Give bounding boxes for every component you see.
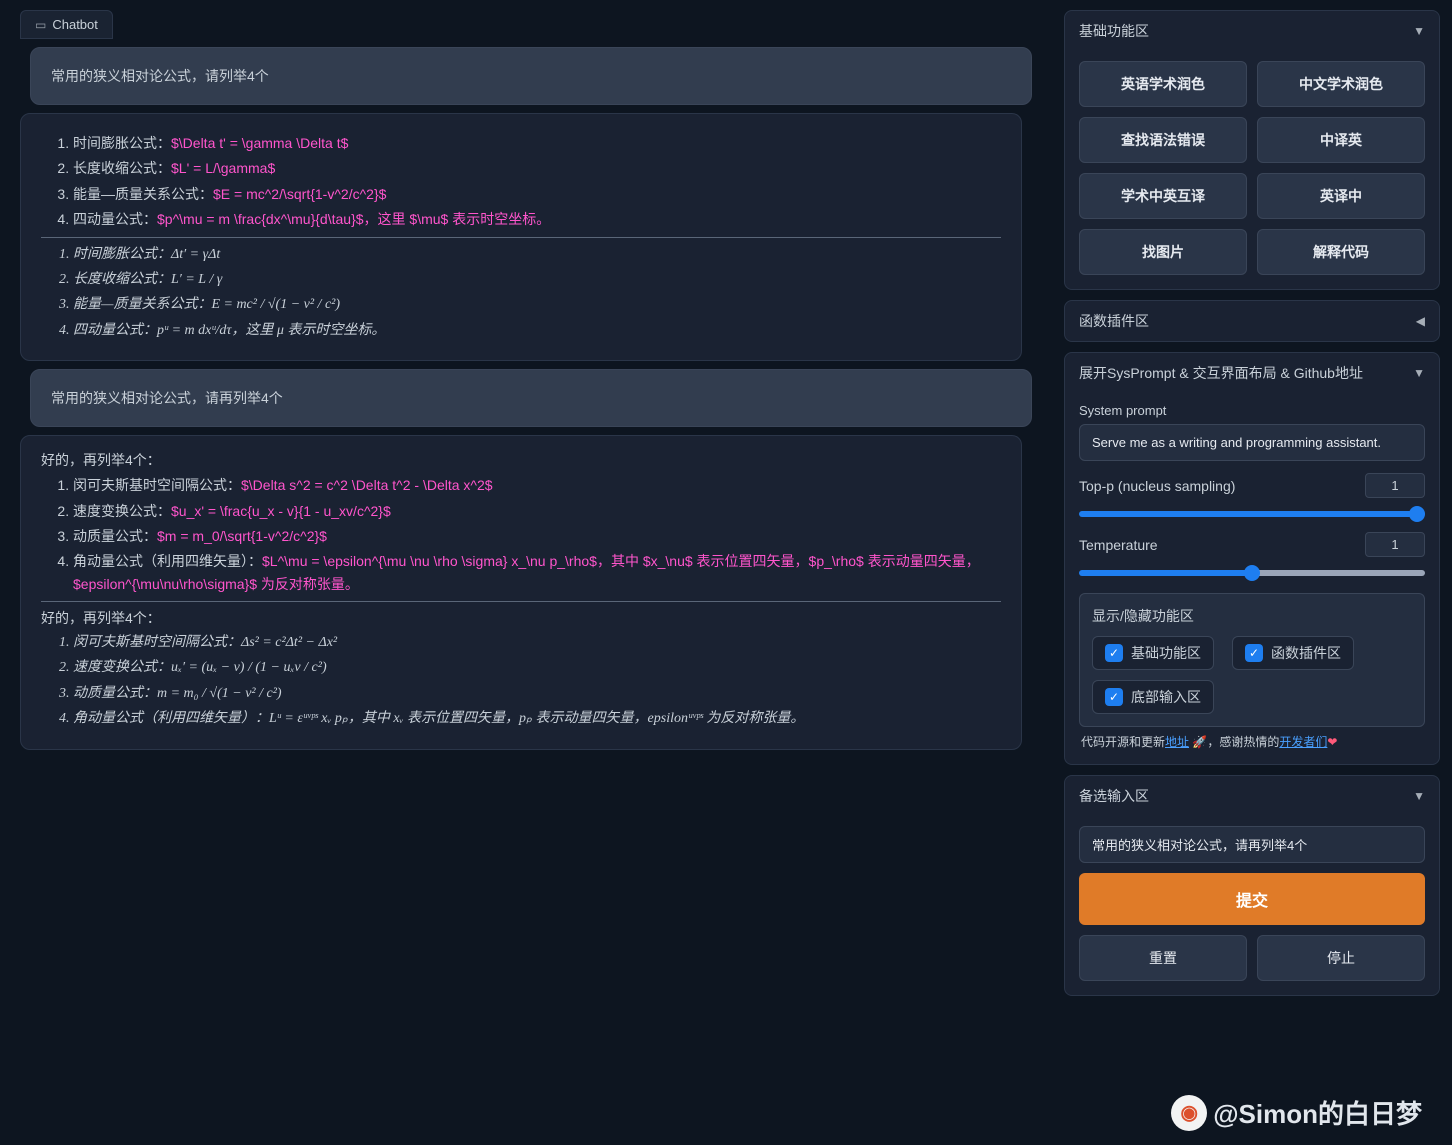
topp-label: Top-p (nucleus sampling)	[1079, 478, 1235, 494]
panel-alt-input: 备选输入区 ▼ 提交 重置 停止	[1064, 775, 1440, 996]
chevron-down-icon: ▼	[1413, 789, 1425, 803]
panel-plugins: 函数插件区 ◀	[1064, 300, 1440, 342]
panel-plugins-header[interactable]: 函数插件区 ◀	[1065, 301, 1439, 341]
footer-note: 代码开源和更新地址 🚀，感谢热情的开发者们❤	[1081, 733, 1423, 750]
chat-bot-message-1: 时间膨胀公式：$\Delta t' = \gamma \Delta t$ 长度收…	[20, 113, 1022, 361]
panel-alt-input-header[interactable]: 备选输入区 ▼	[1065, 776, 1439, 816]
topp-value[interactable]: 1	[1365, 473, 1425, 498]
chevron-left-icon: ◀	[1416, 314, 1425, 328]
link-repo[interactable]: 地址	[1165, 735, 1189, 749]
toggle-group: 显示/隐藏功能区 ✓ 基础功能区 ✓ 函数插件区 ✓ 底部输入区	[1079, 593, 1425, 727]
submit-button[interactable]: 提交	[1079, 873, 1425, 925]
tab-bar: ▭ Chatbot	[20, 10, 1032, 39]
toggle-plugins[interactable]: ✓ 函数插件区	[1232, 636, 1354, 670]
btn-cn2en[interactable]: 中译英	[1257, 117, 1425, 163]
check-icon: ✓	[1245, 644, 1263, 662]
stop-button[interactable]: 停止	[1257, 935, 1425, 981]
btn-explain-code[interactable]: 解释代码	[1257, 229, 1425, 275]
panel-basic: 基础功能区 ▼ 英语学术润色 中文学术润色 查找语法错误 中译英 学术中英互译 …	[1064, 10, 1440, 290]
temp-label: Temperature	[1079, 537, 1158, 553]
topp-slider[interactable]	[1079, 511, 1425, 517]
chat-user-message-2: 常用的狭义相对论公式，请再列举4个	[30, 369, 1032, 427]
heart-icon: ❤	[1327, 735, 1337, 749]
panel-expand-header[interactable]: 展开SysPrompt & 交互界面布局 & Github地址 ▼	[1065, 353, 1439, 393]
check-icon: ✓	[1105, 644, 1123, 662]
reset-button[interactable]: 重置	[1079, 935, 1247, 981]
btn-academic-trans[interactable]: 学术中英互译	[1079, 173, 1247, 219]
toggle-group-label: 显示/隐藏功能区	[1092, 606, 1412, 626]
btn-grammar[interactable]: 查找语法错误	[1079, 117, 1247, 163]
panel-expand: 展开SysPrompt & 交互界面布局 & Github地址 ▼ System…	[1064, 352, 1440, 765]
alt-input-field[interactable]	[1079, 826, 1425, 863]
chevron-down-icon: ▼	[1413, 366, 1425, 380]
toggle-bottom-input[interactable]: ✓ 底部输入区	[1092, 680, 1214, 714]
toggle-basic[interactable]: ✓ 基础功能区	[1092, 636, 1214, 670]
btn-cn-polish[interactable]: 中文学术润色	[1257, 61, 1425, 107]
chat-user-message-1: 常用的狭义相对论公式，请列举4个	[30, 47, 1032, 105]
chat-bot-message-2: 好的，再列举4个： 闵可夫斯基时空间隔公式：$\Delta s^2 = c^2 …	[20, 435, 1022, 750]
chat-icon: ▭	[35, 18, 46, 32]
check-icon: ✓	[1105, 688, 1123, 706]
divider	[41, 237, 1001, 238]
btn-find-image[interactable]: 找图片	[1079, 229, 1247, 275]
chevron-down-icon: ▼	[1413, 24, 1425, 38]
system-prompt-label: System prompt	[1079, 403, 1425, 418]
tab-label: Chatbot	[52, 17, 98, 32]
divider	[41, 601, 1001, 602]
btn-en2cn[interactable]: 英译中	[1257, 173, 1425, 219]
system-prompt-input[interactable]	[1079, 424, 1425, 461]
temp-value[interactable]: 1	[1365, 532, 1425, 557]
link-devs[interactable]: 开发者们	[1279, 735, 1327, 749]
tab-chatbot[interactable]: ▭ Chatbot	[20, 10, 113, 39]
temp-slider[interactable]	[1079, 570, 1425, 576]
panel-basic-header[interactable]: 基础功能区 ▼	[1065, 11, 1439, 51]
btn-en-polish[interactable]: 英语学术润色	[1079, 61, 1247, 107]
